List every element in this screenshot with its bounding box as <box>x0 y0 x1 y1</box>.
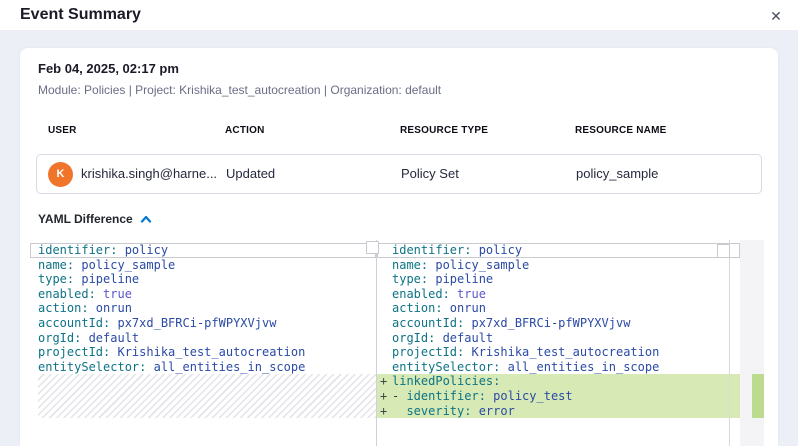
column-header-action: ACTION <box>225 125 265 136</box>
diff-original-pane[interactable]: identifier: policyname: policy_sampletyp… <box>30 240 376 446</box>
overview-ruler[interactable] <box>740 240 764 446</box>
diff-line: projectId: Krishika_test_autocreation <box>377 345 740 360</box>
diff-line-added: +linkedPolicies: <box>377 374 740 389</box>
event-timestamp: Feb 04, 2025, 02:17 pm <box>38 61 179 76</box>
event-meta: Module: Policies | Project: Krishika_tes… <box>38 83 441 97</box>
scrollbar-slider[interactable] <box>717 244 730 258</box>
diff-line: entitySelector: all_entities_in_scope <box>377 360 740 375</box>
diff-line: accountId: px7xd_BFRCi-pfWPYXVjvw <box>30 316 376 331</box>
diff-line: name: policy_sample <box>30 258 376 273</box>
diff-line: action: onrun <box>377 301 740 316</box>
row-user: krishika.singh@harne... <box>81 155 217 193</box>
row-resource-name: policy_sample <box>576 155 658 193</box>
table-row: K krishika.singh@harne... Updated Policy… <box>36 154 762 194</box>
column-header-resource-name: RESOURCE NAME <box>575 125 667 136</box>
diff-line: enabled: true <box>30 287 376 302</box>
diff-placeholder-hatch <box>38 374 376 418</box>
diff-content-edge <box>729 240 730 446</box>
diff-line-added: +- identifier: policy_test <box>377 389 740 404</box>
diff-line: orgId: default <box>30 331 376 346</box>
close-icon[interactable]: ✕ <box>766 6 786 26</box>
diff-line: type: pipeline <box>30 272 376 287</box>
diff-line-added: + severity: error <box>377 404 740 419</box>
scrollbar-slider[interactable] <box>366 241 379 254</box>
diff-modified-pane[interactable]: identifier: policyname: policy_sampletyp… <box>377 240 740 446</box>
diff-line: entitySelector: all_entities_in_scope <box>30 360 376 375</box>
diff-line: identifier: policy <box>377 243 740 258</box>
diff-line: name: policy_sample <box>377 258 740 273</box>
event-card: Feb 04, 2025, 02:17 pm Module: Policies … <box>20 48 778 446</box>
diff-line: accountId: px7xd_BFRCi-pfWPYXVjvw <box>377 316 740 331</box>
yaml-difference-label: YAML Difference <box>38 212 133 226</box>
row-resource-type: Policy Set <box>401 155 459 193</box>
diff-modified-code: identifier: policyname: policy_sampletyp… <box>377 243 740 418</box>
page-title: Event Summary <box>20 6 141 24</box>
column-header-user: USER <box>48 125 77 136</box>
diff-line: orgId: default <box>377 331 740 346</box>
yaml-diff-viewer: identifier: policyname: policy_sampletyp… <box>30 240 764 446</box>
diff-line: identifier: policy <box>30 243 376 258</box>
diff-line: action: onrun <box>30 301 376 316</box>
avatar: K <box>48 162 73 187</box>
overview-ruler-added-marker <box>752 374 764 418</box>
diff-line: projectId: Krishika_test_autocreation <box>30 345 376 360</box>
column-header-resource-type: RESOURCE TYPE <box>400 125 488 136</box>
row-action: Updated <box>226 155 275 193</box>
diff-original-code: identifier: policyname: policy_sampletyp… <box>30 243 376 374</box>
diff-line: type: pipeline <box>377 272 740 287</box>
diff-line: enabled: true <box>377 287 740 302</box>
chevron-up-icon <box>140 212 152 226</box>
yaml-difference-toggle[interactable]: YAML Difference <box>38 211 152 226</box>
modal-header: Event Summary ✕ <box>0 0 798 31</box>
event-summary-modal: Event Summary ✕ Feb 04, 2025, 02:17 pm M… <box>0 0 798 446</box>
